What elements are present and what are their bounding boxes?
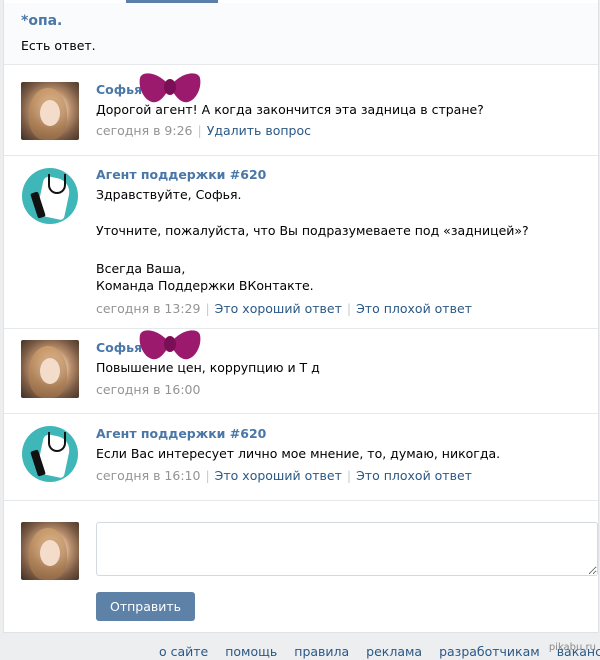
send-button[interactable]: Отправить <box>96 592 195 621</box>
bad-answer-link[interactable]: Это плохой ответ <box>356 301 472 316</box>
delete-question-link[interactable]: Удалить вопрос <box>207 123 311 138</box>
bad-answer-link[interactable]: Это плохой ответ <box>356 468 472 483</box>
ticket-card: *опа. Есть ответ. Софья Дорогой агент! А… <box>3 0 599 633</box>
message-text: Повышение цен, коррупцию и Т д <box>96 360 320 375</box>
message-text: Всегда Ваша, <box>96 261 186 276</box>
message-author[interactable]: Агент поддержки #620 <box>96 426 266 441</box>
footer-link-developers[interactable]: разработчикам <box>439 644 540 659</box>
footer-links: о сайте помощь правила реклама разработч… <box>159 644 600 659</box>
message-author[interactable]: Софья <box>96 340 142 355</box>
bow-sticker <box>139 330 201 360</box>
message-text: Здравствуйте, Софья. <box>96 187 242 202</box>
message-text: Если Вас интересует лично мое мнение, то… <box>96 446 501 461</box>
support-agent-icon[interactable] <box>22 426 78 482</box>
message-text: Уточните, пожалуйста, что Вы подразумева… <box>96 223 529 238</box>
separator: | <box>346 468 352 483</box>
footer-link-rules[interactable]: правила <box>294 644 349 659</box>
bow-sticker <box>139 73 201 103</box>
message-author[interactable]: Агент поддержки #620 <box>96 167 266 182</box>
support-agent-icon[interactable] <box>22 168 78 224</box>
ticket-title: *опа. <box>21 13 63 29</box>
reply-input[interactable] <box>96 522 598 576</box>
footer-link-help[interactable]: помощь <box>225 644 277 659</box>
message-item: Агент поддержки #620 Если Вас интересует… <box>4 414 598 501</box>
watermark: pikabu.ru <box>548 642 596 653</box>
ticket-header: *опа. Есть ответ. <box>4 3 598 65</box>
user-avatar[interactable] <box>21 340 79 398</box>
separator: | <box>197 123 202 138</box>
user-avatar[interactable] <box>21 82 79 140</box>
message-text: Команда Поддержки ВКонтакте. <box>96 278 314 293</box>
message-item: Агент поддержки #620 Здравствуйте, Софья… <box>4 156 598 329</box>
separator: | <box>205 301 210 316</box>
message-item: Софья Повышение цен, коррупцию и Т д сег… <box>4 329 598 414</box>
message-time: сегодня в 16:10 <box>96 468 201 483</box>
footer-link-ads[interactable]: реклама <box>366 644 422 659</box>
separator: | <box>346 301 352 316</box>
message-author[interactable]: Софья <box>96 82 142 97</box>
good-answer-link[interactable]: Это хороший ответ <box>215 468 342 483</box>
separator: | <box>205 468 210 483</box>
message-time: сегодня в 9:26 <box>96 123 193 138</box>
footer-link-about[interactable]: о сайте <box>159 644 208 659</box>
current-user-avatar <box>21 522 79 580</box>
good-answer-link[interactable]: Это хороший ответ <box>215 301 342 316</box>
message-time: сегодня в 16:00 <box>96 382 201 397</box>
message-time: сегодня в 13:29 <box>96 301 201 316</box>
ticket-status-text: Есть ответ. <box>21 38 96 53</box>
message-item: Софья Дорогой агент! А когда закончится … <box>4 65 598 156</box>
